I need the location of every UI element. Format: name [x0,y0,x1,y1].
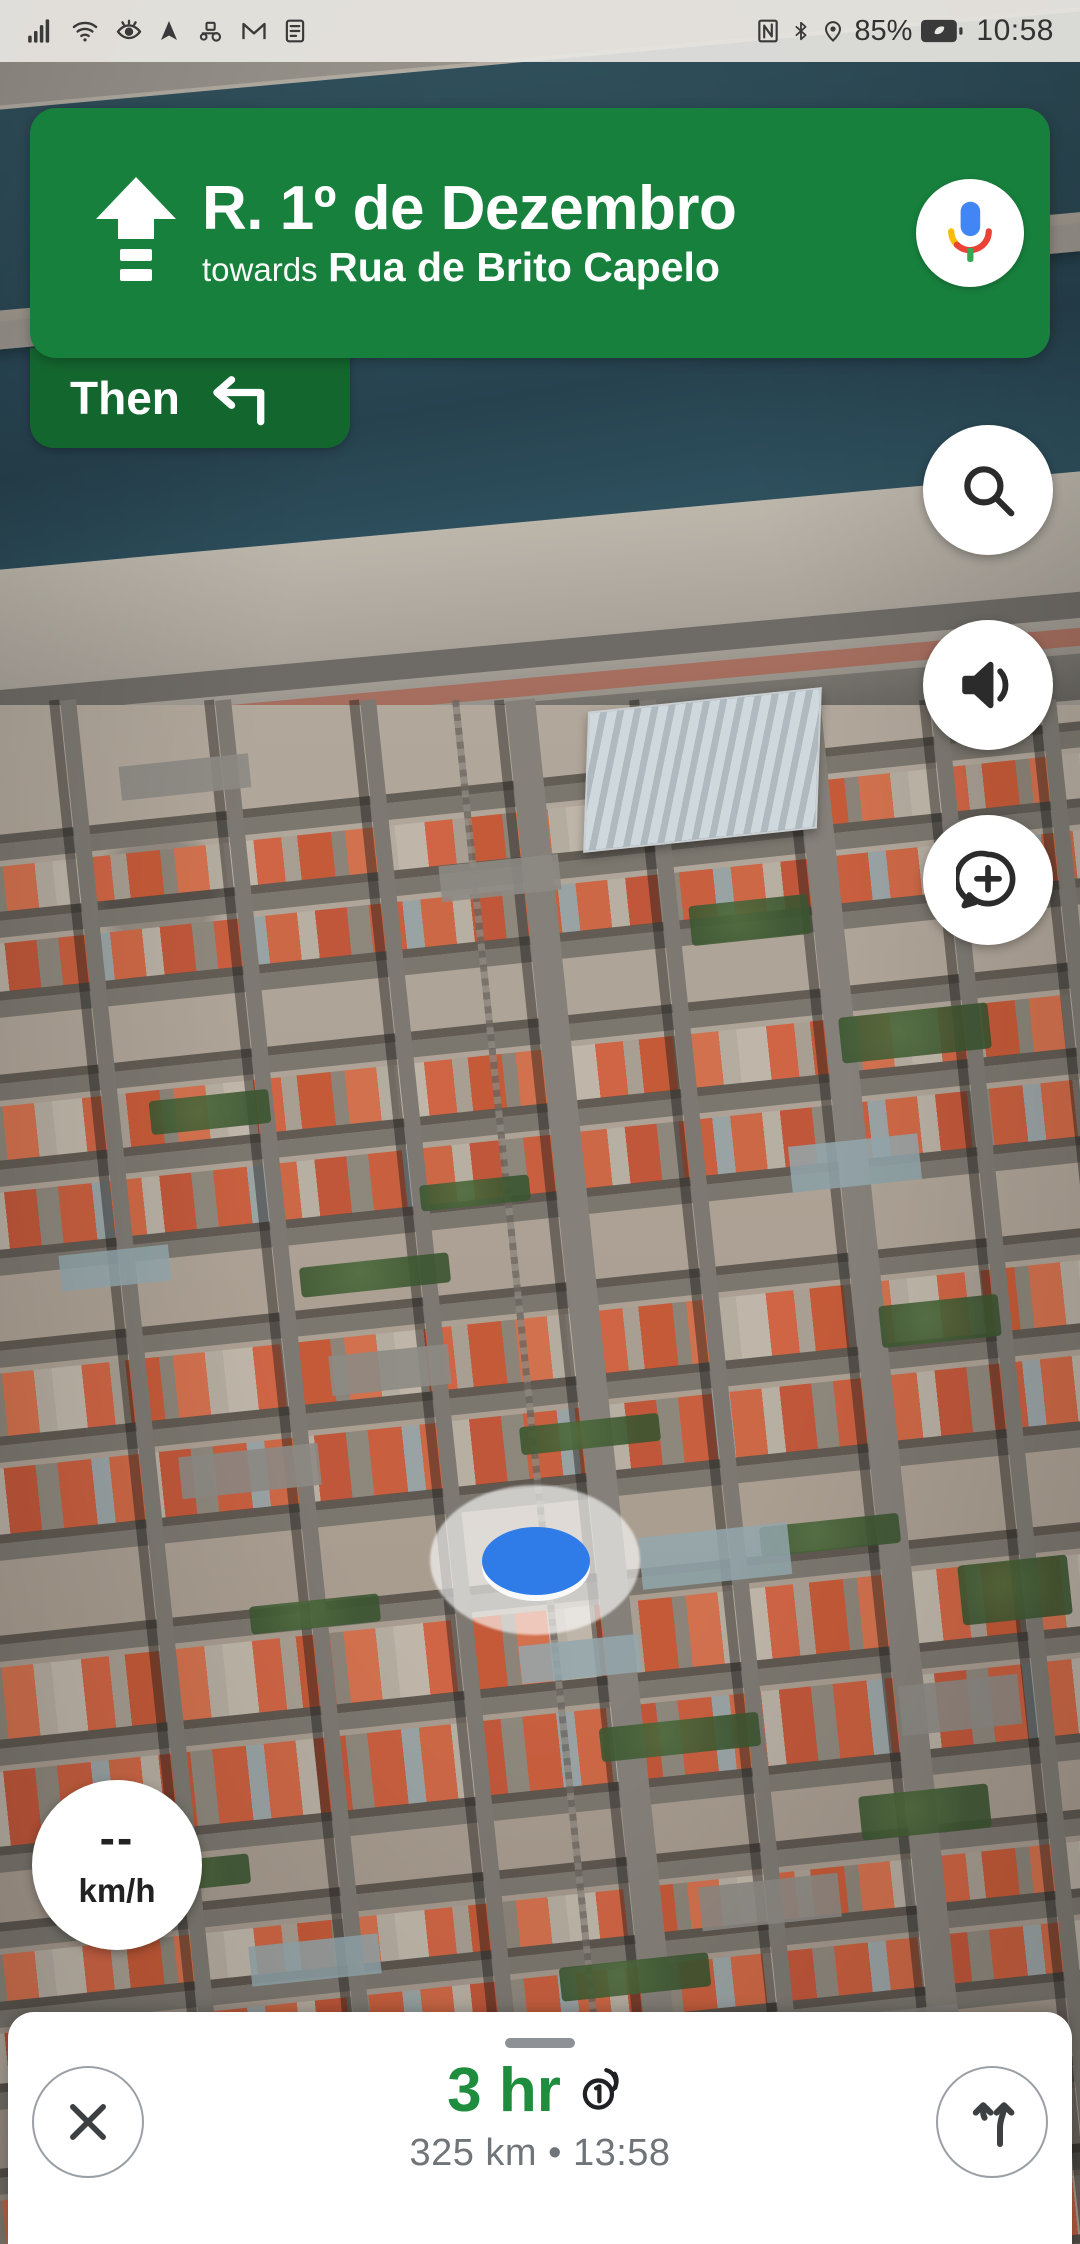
signal-bars-icon [28,19,50,43]
status-bar-left-icons [26,17,308,45]
status-bar: 85% 10:58 [0,0,1080,62]
search-icon [964,466,1015,517]
current-speed-badge[interactable]: -- km/h [32,1780,202,1950]
alternate-routes-button[interactable] [936,2066,1048,2178]
towards-line: towards Rua de Brito Capelo [202,243,900,291]
sound-icon [962,661,1009,709]
vehicle-app-icon [199,21,222,42]
status-bar-clock: 10:58 [976,14,1054,47]
towards-street-name: Rua de Brito Capelo [328,243,720,290]
navigation-instruction-banner[interactable]: R. 1º de Dezembro towards Rua de Brito C… [30,108,1050,358]
bluetooth-icon [795,21,807,41]
map-vegetation [957,1554,1073,1626]
report-incident-button[interactable] [923,815,1053,945]
status-bar-right-icons: 85% 10:58 [755,14,1054,48]
map-market-hall [583,687,822,853]
toll-road-icon [583,2067,620,2110]
eta-summary[interactable]: 3 hr 325 km • 13:58 [409,2060,670,2175]
wifi-icon [72,21,98,42]
then-maneuver-banner: Then [30,348,350,448]
sheet-drag-handle[interactable] [505,2038,575,2048]
speed-unit: km/h [78,1872,156,1910]
next-street-name: R. 1º de Dezembro [202,173,737,243]
towards-prefix: towards [202,250,318,288]
navigation-arrow-icon [161,21,177,40]
nfc-icon [758,19,779,43]
battery-saver-icon [921,19,963,43]
gmail-icon [242,22,266,40]
eta-distance-and-arrival: 325 km • 13:58 [409,2132,671,2174]
vehicle-position-marker [430,1485,640,1635]
eta-primary-row: 3 hr [447,2060,633,2122]
turn-left-arrow-icon [213,376,265,426]
straight-arrow-icon [96,177,176,281]
report-incident-icon [956,850,1016,909]
google-assistant-button[interactable] [916,179,1024,287]
trip-bottom-sheet[interactable]: 3 hr 325 km • 13:58 [8,2012,1072,2244]
close-x-icon [70,2104,106,2140]
alternate-routes-icon [972,2102,1015,2147]
eye-care-icon [116,19,142,40]
end-navigation-button[interactable] [32,2066,144,2178]
position-dot [482,1527,590,1595]
location-pin-icon [825,21,842,42]
list-notification-icon [285,19,305,43]
navigation-text-block: R. 1º de Dezembro towards Rua de Brito C… [202,173,900,291]
search-along-route-button[interactable] [923,425,1053,555]
then-label: Then [70,372,180,424]
maneuver-icon-wrap [70,173,202,293]
speed-value: -- [99,1811,135,1864]
eta-duration: 3 hr [447,2056,561,2125]
sound-settings-button[interactable] [923,620,1053,750]
google-assistant-mic-icon [948,201,992,262]
battery-percent-label: 85% [854,14,913,47]
